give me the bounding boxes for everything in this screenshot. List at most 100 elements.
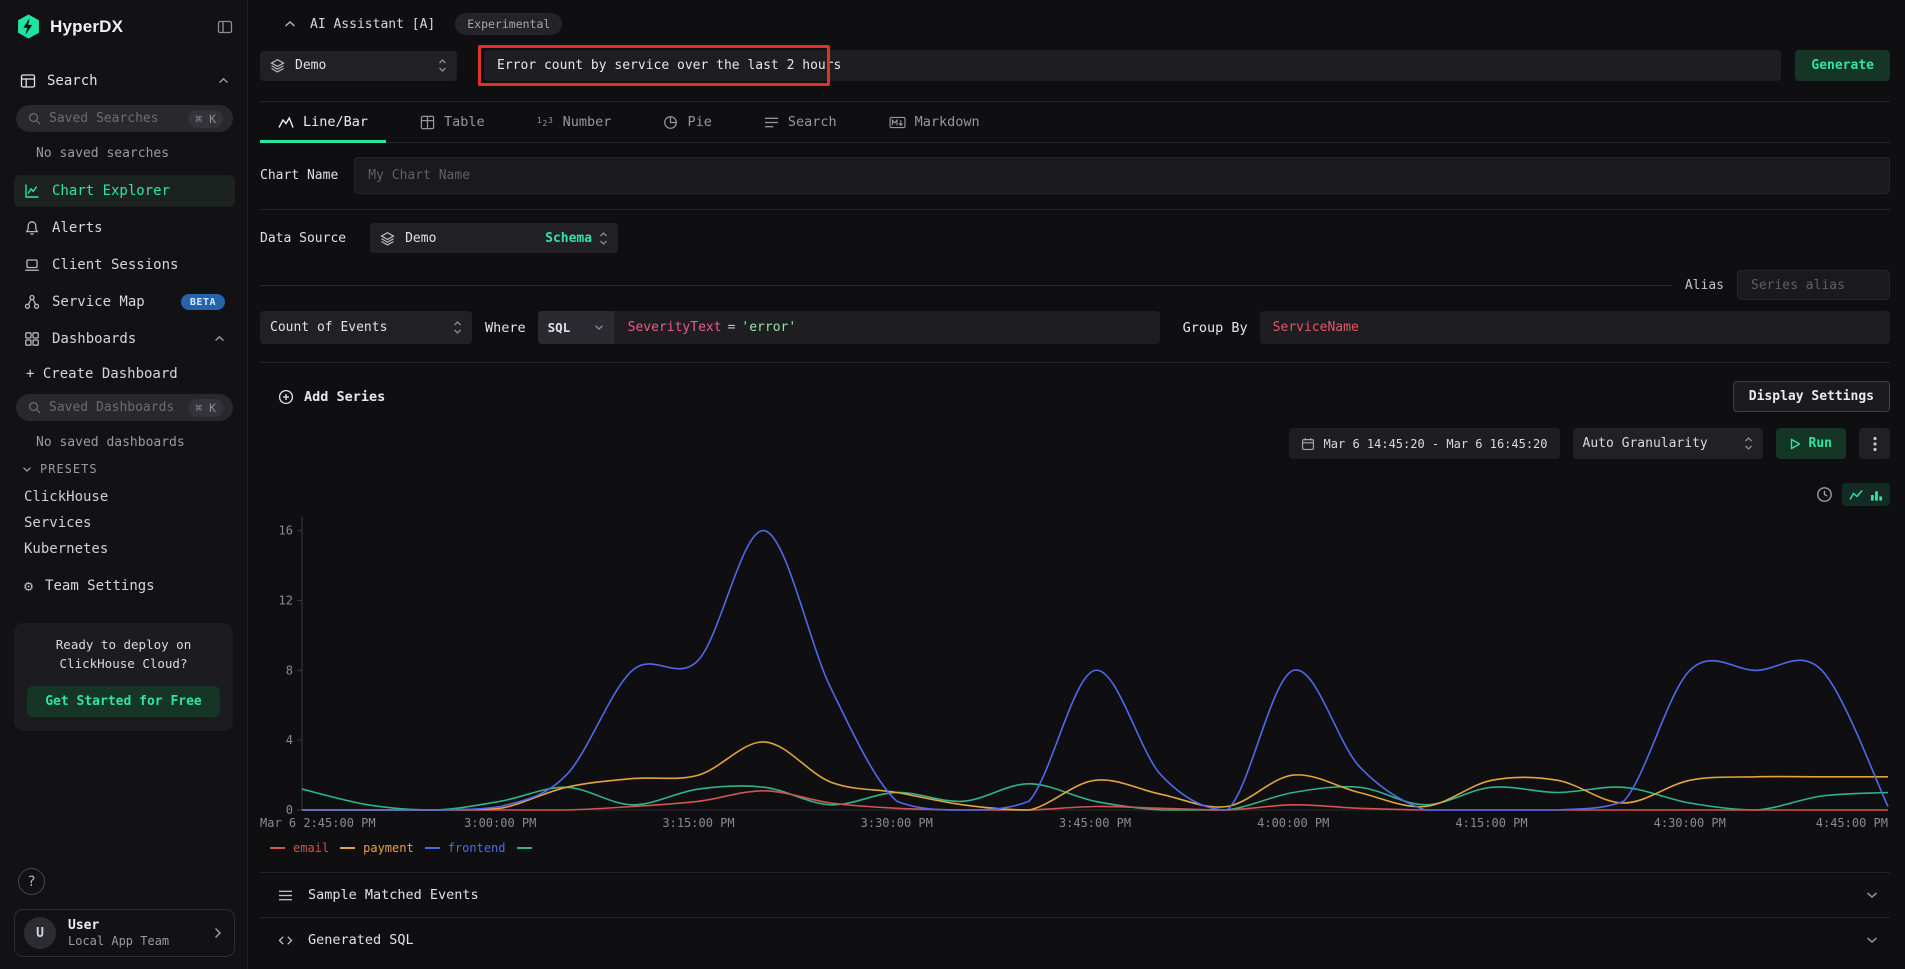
- saved-searches-placeholder: Saved Searches: [49, 111, 159, 126]
- time-range-picker[interactable]: Mar 6 14:45:20 - Mar 6 16:45:20: [1289, 428, 1560, 459]
- sidebar-item-label: Dashboards: [52, 331, 136, 347]
- magnifier-icon: [28, 401, 41, 414]
- run-button[interactable]: Run: [1776, 428, 1846, 459]
- get-started-button[interactable]: Get Started for Free: [27, 686, 220, 717]
- time-range-value: Mar 6 14:45:20 - Mar 6 16:45:20: [1324, 437, 1548, 451]
- chart-area[interactable]: 0481216Mar 6 2:45:00 PM3:00:00 PM3:15:00…: [260, 512, 1890, 834]
- group-by-input[interactable]: ServiceName: [1260, 311, 1890, 344]
- sidebar-item-chart-explorer[interactable]: Chart Explorer: [14, 175, 235, 207]
- svg-text:Mar 6 2:45:00 PM: Mar 6 2:45:00 PM: [260, 816, 376, 830]
- data-source-select[interactable]: Demo Schema: [370, 223, 618, 253]
- tab-table[interactable]: Table: [402, 102, 503, 142]
- legend-item-4[interactable]: [517, 847, 540, 849]
- tab-markdown[interactable]: Markdown: [871, 102, 998, 142]
- tab-number[interactable]: 123 Number: [519, 102, 630, 142]
- chevron-up-icon[interactable]: [214, 335, 225, 343]
- play-icon: [1790, 438, 1801, 450]
- tab-search[interactable]: Search: [746, 102, 855, 142]
- display-settings-button[interactable]: Display Settings: [1733, 381, 1890, 412]
- user-menu[interactable]: U User Local App Team: [14, 909, 235, 957]
- presets-label: PRESETS: [40, 462, 98, 476]
- updown-chevrons-icon: [599, 231, 608, 246]
- svg-text:4:15:00 PM: 4:15:00 PM: [1455, 816, 1527, 830]
- saved-dashboards-shortcut: ⌘ K: [188, 399, 223, 417]
- markdown-icon: [889, 116, 906, 129]
- series-query-row: Count of Events Where SQL SeverityText='…: [260, 311, 1890, 344]
- sidebar-item-client-sessions[interactable]: Client Sessions: [14, 249, 235, 281]
- tab-line-bar[interactable]: Line/Bar: [260, 102, 386, 142]
- source-select[interactable]: Demo: [260, 51, 457, 81]
- data-source-row: Data Source Demo Schema: [260, 223, 1890, 253]
- updown-chevrons-icon: [453, 320, 462, 335]
- legend-label: frontend: [448, 841, 506, 855]
- add-series-row: Add Series Display Settings: [260, 381, 1890, 412]
- ai-assistant-title: AI Assistant [A]: [310, 17, 435, 32]
- chevron-right-icon: [214, 927, 222, 939]
- ai-prompt-input[interactable]: [484, 50, 1781, 81]
- generate-row: Demo Generate: [260, 50, 1890, 81]
- more-options-button[interactable]: [1859, 428, 1890, 459]
- chevron-up-icon[interactable]: [218, 77, 229, 85]
- sidebar-collapse-icon[interactable]: [217, 19, 233, 35]
- aggregation-select[interactable]: Count of Events: [260, 311, 472, 344]
- pie-chart-icon: [663, 115, 678, 130]
- sidebar-item-alerts[interactable]: Alerts: [14, 212, 235, 244]
- sidebar-section-search[interactable]: Search: [14, 69, 235, 93]
- create-dashboard-button[interactable]: + Create Dashboard: [26, 366, 235, 382]
- legend-item-frontend[interactable]: frontend: [425, 841, 506, 855]
- chart-type-toggle[interactable]: [1842, 483, 1890, 506]
- collapse-chevron-icon[interactable]: [284, 20, 296, 28]
- sidebar-item-dashboards[interactable]: Dashboards: [14, 323, 235, 355]
- aggregation-value: Count of Events: [270, 320, 387, 335]
- clock-icon[interactable]: [1816, 486, 1833, 503]
- alias-label: Alias: [1685, 278, 1724, 293]
- svg-text:3: 3: [548, 116, 553, 125]
- generated-sql-panel[interactable]: Generated SQL: [260, 917, 1890, 962]
- preset-clickhouse[interactable]: ClickHouse: [24, 484, 235, 510]
- list-icon: [278, 889, 293, 902]
- presets-toggle[interactable]: PRESETS: [22, 462, 235, 476]
- add-series-button[interactable]: Add Series: [278, 389, 385, 405]
- saved-searches-input[interactable]: Saved Searches ⌘ K: [16, 105, 233, 132]
- layers-icon: [380, 231, 395, 246]
- bar-chart-icon: [1870, 489, 1883, 501]
- sidebar-item-team-settings[interactable]: ⚙ Team Settings: [14, 570, 235, 602]
- legend-item-email[interactable]: email: [270, 841, 329, 855]
- legend-item-payment[interactable]: payment: [340, 841, 414, 855]
- group-by-value: ServiceName: [1273, 320, 1359, 335]
- legend-marker: [270, 847, 285, 849]
- help-icon[interactable]: ?: [18, 868, 45, 895]
- preset-kubernetes[interactable]: Kubernetes: [24, 536, 235, 562]
- svg-text:4:00:00 PM: 4:00:00 PM: [1257, 816, 1329, 830]
- sample-matched-events-panel[interactable]: Sample Matched Events: [260, 872, 1890, 917]
- panel-title: Generated SQL: [308, 932, 414, 948]
- legend-label: email: [293, 841, 329, 855]
- schema-link[interactable]: Schema: [545, 231, 592, 246]
- where-expression-input[interactable]: SeverityText='error': [614, 320, 811, 335]
- clickhouse-cloud-card: Ready to deploy on ClickHouse Cloud? Get…: [14, 623, 233, 731]
- sidebar-item-service-map[interactable]: Service Map BETA: [14, 286, 235, 318]
- chart-name-input[interactable]: [354, 157, 1890, 194]
- tab-pie[interactable]: Pie: [645, 102, 729, 142]
- chart-name-label: Chart Name: [260, 168, 338, 183]
- preset-services[interactable]: Services: [24, 510, 235, 536]
- svg-text:3:15:00 PM: 3:15:00 PM: [662, 816, 734, 830]
- avatar: U: [24, 917, 56, 949]
- language-select[interactable]: SQL: [538, 311, 614, 344]
- sidebar-item-label: Alerts: [52, 220, 103, 236]
- laptop-icon: [24, 257, 40, 273]
- line-chart-icon: [1849, 489, 1863, 501]
- chevron-down-icon: [1866, 936, 1878, 944]
- service-map-icon: [24, 294, 40, 310]
- saved-dashboards-input[interactable]: Saved Dashboards ⌘ K: [16, 394, 233, 421]
- generate-button[interactable]: Generate: [1795, 50, 1890, 81]
- sidebar-item-label: Chart Explorer: [52, 183, 170, 199]
- prompt-input-wrap: [484, 50, 1781, 81]
- data-source-label: Data Source: [260, 231, 346, 246]
- legend-marker: [425, 847, 440, 849]
- granularity-select[interactable]: Auto Granularity: [1573, 428, 1763, 459]
- svg-text:0: 0: [286, 803, 293, 817]
- ai-assistant-header: AI Assistant [A] Experimental: [260, 12, 1890, 36]
- alias-input[interactable]: [1737, 270, 1890, 300]
- data-source-value: Demo: [405, 231, 436, 246]
